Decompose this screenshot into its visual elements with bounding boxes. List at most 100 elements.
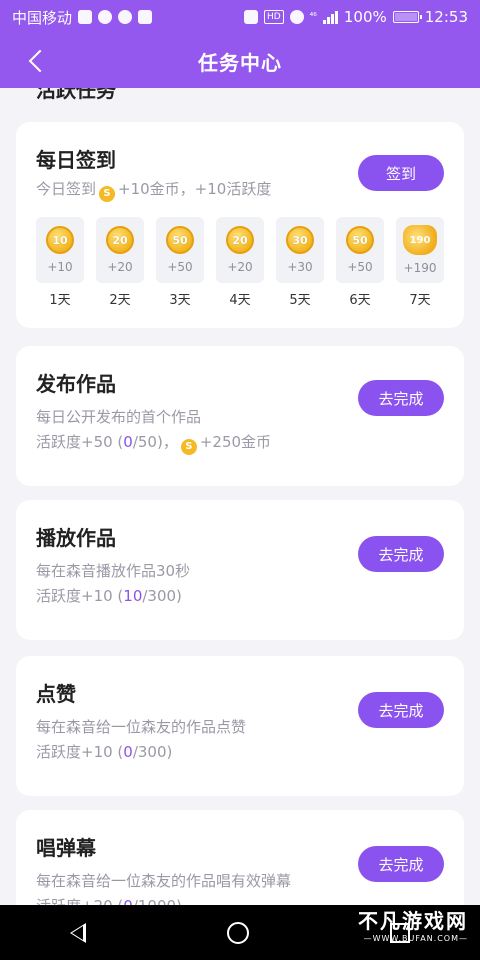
day-7: 190 +190 7天 [396, 217, 444, 308]
battery-icon [392, 11, 422, 23]
task-title: 点赞 [36, 682, 76, 706]
task-list[interactable]: 活跃任务 每日签到 今日签到 S +10金币，+10活跃度 签到 10 +10 1天 … [0, 88, 480, 905]
coin-icon: 20 [106, 226, 134, 254]
app-notification-icon [78, 10, 93, 24]
reward-suffix: /1000) [133, 897, 182, 905]
wifi-icon [289, 10, 304, 24]
day-tile: 20 +20 [216, 217, 264, 283]
complete-button[interactable]: 去完成 [358, 692, 444, 728]
complete-button[interactable]: 去完成 [358, 380, 444, 416]
task-card-like: 点赞 每在森音给一位森友的作品点赞 活跃度+10 (0/300) 去完成 [16, 656, 464, 796]
day-reward: +10 [47, 260, 73, 274]
day-label: 7天 [409, 293, 431, 308]
task-reward: 活跃度+10 (0/300) [36, 741, 172, 762]
section-title: 活跃任务 [36, 88, 116, 102]
reward-suffix: /50)， [132, 433, 178, 451]
complete-button[interactable]: 去完成 [358, 536, 444, 572]
day-tile: 10 +10 [36, 217, 84, 283]
reward-prefix: 活跃度+10 ( [36, 743, 124, 761]
home-circle-icon[interactable] [226, 921, 249, 944]
day-reward: +50 [167, 260, 193, 274]
reward-prefix: 活跃度+20 ( [36, 897, 123, 905]
coin-icon: 20 [226, 226, 254, 254]
watermark: 不凡游戏网 —WWW.BUFAN.COM— [358, 905, 468, 943]
task-reward: 活跃度+50 (0/50)， S +250金币 [36, 431, 271, 455]
coin-icon: 10 [46, 226, 74, 254]
day-reward: +50 [347, 260, 373, 274]
complete-button[interactable]: 去完成 [358, 846, 444, 882]
day-tile: 30 +30 [276, 217, 324, 283]
top-bar: 中国移动 HD ⁴⁶ 100% 12:53 任务中心 [0, 0, 480, 88]
task-card-play: 播放作品 每在森音播放作品30秒 活跃度+10 (10/300) 去完成 [16, 500, 464, 640]
day-label: 2天 [109, 293, 131, 308]
checkin-reward-prefix: 今日签到 [36, 180, 97, 198]
carrier-label: 中国移动 [12, 8, 73, 27]
reward-suffix: /300) [142, 587, 182, 605]
chevron-left-icon [28, 49, 52, 73]
task-title: 播放作品 [36, 526, 116, 550]
app-icon [138, 10, 153, 24]
day-4: 20 +20 4天 [216, 217, 264, 308]
day-3: 50 +50 3天 [156, 217, 204, 308]
reward-suffix: /300) [132, 743, 173, 761]
day-5: 30 +30 5天 [276, 217, 324, 308]
checkin-days: 10 +10 1天 20 +20 2天 50 +50 3天 20 +20 4天 30 +3… [36, 217, 444, 308]
checkin-button[interactable]: 签到 [358, 155, 444, 191]
back-button[interactable] [22, 44, 52, 78]
checkin-card: 每日签到 今日签到 S +10金币，+10活跃度 签到 10 +10 1天 20 +20… [16, 122, 464, 328]
coin-icon: S [99, 186, 116, 202]
nav-bar: 任务中心 [0, 34, 480, 88]
day-1: 10 +10 1天 [36, 217, 84, 308]
task-title: 发布作品 [36, 372, 116, 396]
watermark-text: 不凡游戏网 [358, 909, 468, 933]
task-desc: 每日公开发布的首个作品 [36, 408, 202, 426]
day-2: 20 +20 2天 [96, 217, 144, 308]
day-label: 5天 [289, 293, 311, 308]
coin-icon: 50 [166, 226, 194, 254]
status-bar: 中国移动 HD ⁴⁶ 100% 12:53 [0, 0, 480, 34]
watermark-url: —WWW.BUFAN.COM— [363, 934, 468, 943]
mute-icon [243, 10, 258, 24]
day-reward: +20 [227, 260, 253, 274]
battery-percent: 100% [343, 8, 387, 26]
task-desc: 每在森音播放作品30秒 [36, 562, 191, 580]
day-6: 50 +50 6天 [336, 217, 384, 308]
task-reward: 活跃度+10 (10/300) [36, 585, 182, 606]
task-progress: 0 [123, 743, 133, 761]
task-card-publish: 发布作品 每日公开发布的首个作品 活跃度+50 (0/50)， S +250金币 去… [16, 346, 464, 486]
page-title: 任务中心 [198, 50, 282, 75]
day-label: 6天 [349, 293, 371, 308]
task-desc: 每在森音给一位森友的作品点赞 [36, 718, 247, 736]
day-tile: 50 +50 [336, 217, 384, 283]
day-tile: 190 +190 [396, 217, 444, 283]
day-label: 4天 [229, 293, 251, 308]
coin-icon: 30 [286, 226, 314, 254]
coin-icon: 50 [346, 226, 374, 254]
coin-bag-icon: 190 [403, 225, 437, 255]
day-reward: +20 [107, 260, 133, 274]
coin-reward: +250金币 [199, 433, 272, 451]
day-reward: +190 [403, 261, 437, 275]
day-label: 1天 [49, 293, 71, 308]
signal-icon [322, 10, 338, 24]
coin-icon: S [180, 439, 197, 455]
message-icon [118, 10, 133, 24]
checkin-reward: 今日签到 S +10金币，+10活跃度 [36, 178, 271, 202]
checkin-reward-suffix: +10金币，+10活跃度 [118, 180, 272, 198]
reward-prefix: 活跃度+10 ( [36, 587, 124, 605]
task-title: 唱弹幕 [36, 836, 96, 860]
wechat-icon [98, 10, 113, 24]
hd-icon: HD [263, 10, 284, 24]
task-desc: 每在森音给一位森友的作品唱有效弹幕 [36, 872, 292, 890]
day-tile: 50 +50 [156, 217, 204, 283]
reward-prefix: 活跃度+50 ( [36, 433, 124, 451]
network-type-icon: ⁴⁶ [309, 12, 317, 22]
task-progress: 10 [123, 587, 143, 605]
back-triangle-icon[interactable] [70, 922, 87, 943]
task-reward: 活跃度+20 (0/1000) [36, 895, 182, 905]
task-progress: 0 [123, 433, 133, 451]
task-card-danmaku: 唱弹幕 每在森音给一位森友的作品唱有效弹幕 活跃度+20 (0/1000) 去完… [16, 810, 464, 905]
day-reward: +30 [287, 260, 313, 274]
day-tile: 20 +20 [96, 217, 144, 283]
day-label: 3天 [169, 293, 191, 308]
